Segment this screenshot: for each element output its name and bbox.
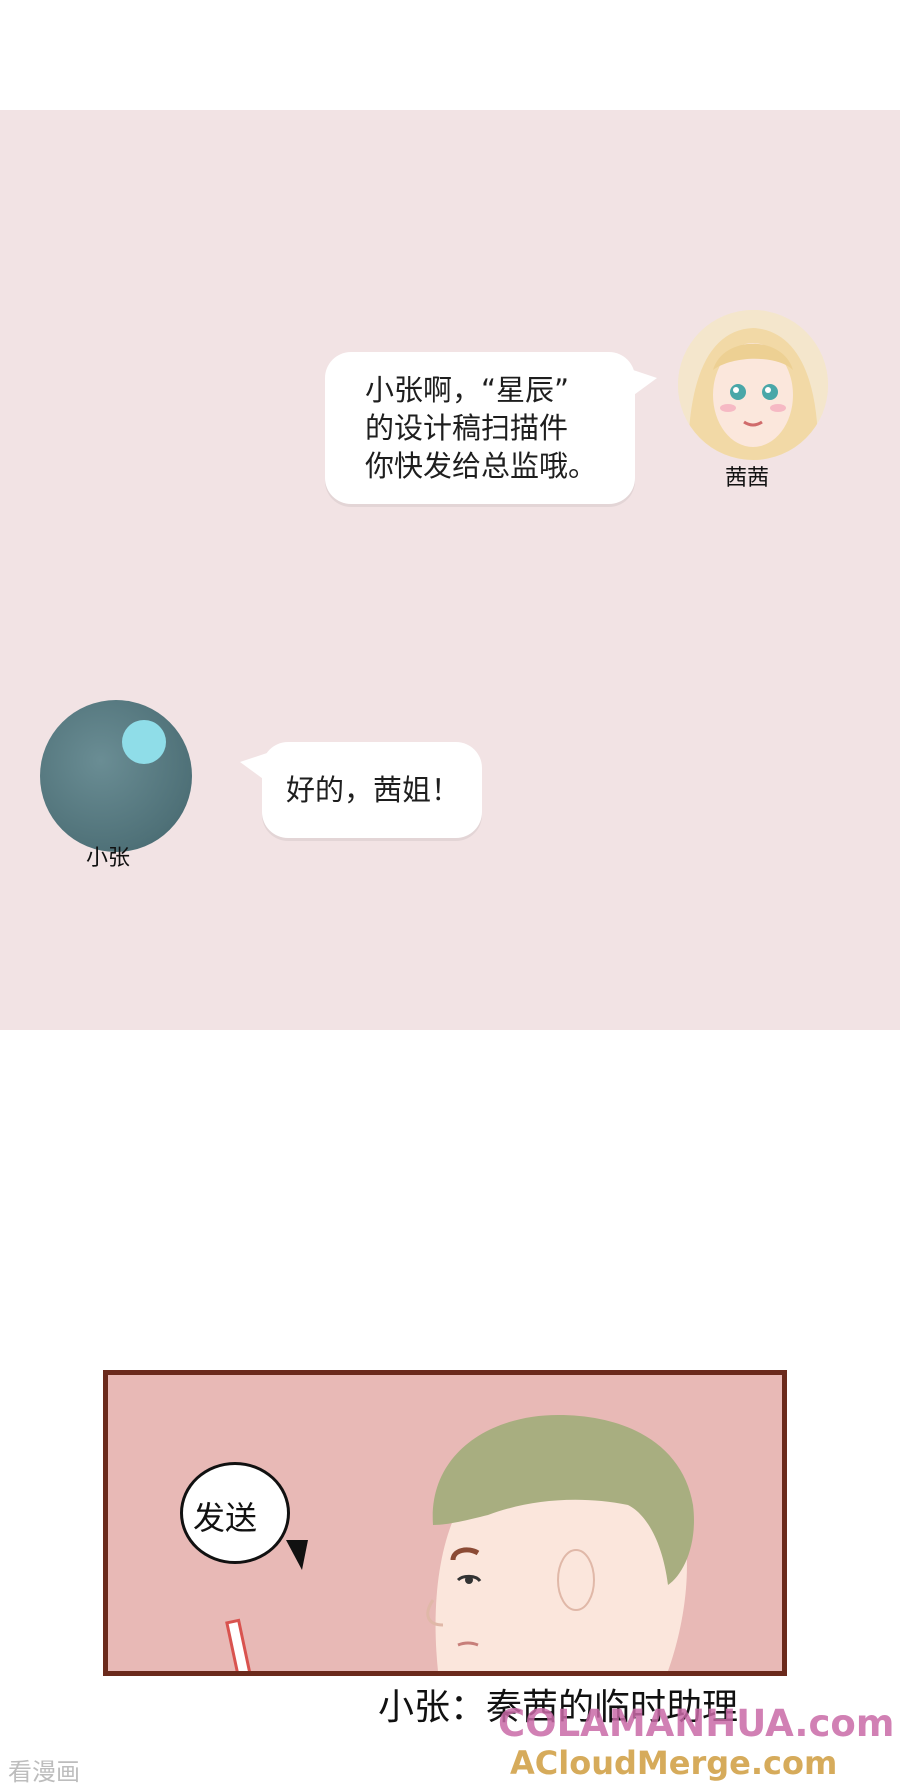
message-bubble-xiaozhang: 好的，茜姐！ bbox=[240, 742, 482, 838]
qianqian-avatar bbox=[678, 310, 828, 460]
chat-panel: 茜茜 小张啊，“星辰” 的设计稿扫描件 你快发给总监哦。 小张 好的，茜姐！ bbox=[0, 110, 900, 1030]
watermark-acloudmerge: ACloudMerge.com bbox=[510, 1744, 838, 1782]
message-text: 好的，茜姐！ bbox=[286, 773, 461, 807]
bubble-tail bbox=[240, 752, 270, 784]
xiaozhang-avatar bbox=[40, 700, 192, 852]
message-line: 小张啊，“星辰” bbox=[365, 373, 570, 407]
watermark-corner: 看漫画 bbox=[8, 1758, 80, 1786]
speech-tail bbox=[286, 1540, 308, 1570]
qianqian-portrait bbox=[678, 310, 828, 460]
qianqian-name: 茜茜 bbox=[725, 466, 770, 491]
speech-bubble: 发送 bbox=[180, 1462, 290, 1564]
xiaozhang-name: 小张 bbox=[86, 846, 131, 871]
message-line: 你快发给总监哦。 bbox=[365, 449, 598, 483]
speech-text: 发送 bbox=[193, 1499, 258, 1537]
message-bubble-qianqian: 小张啊，“星辰” 的设计稿扫描件 你快发给总监哦。 bbox=[325, 352, 657, 504]
bubble-tail bbox=[627, 368, 657, 400]
message-line: 的设计稿扫描件 bbox=[365, 411, 569, 445]
watermark-colamanhua: COLAMANHUA.com bbox=[498, 1702, 895, 1745]
avatar-highlight bbox=[122, 720, 166, 764]
